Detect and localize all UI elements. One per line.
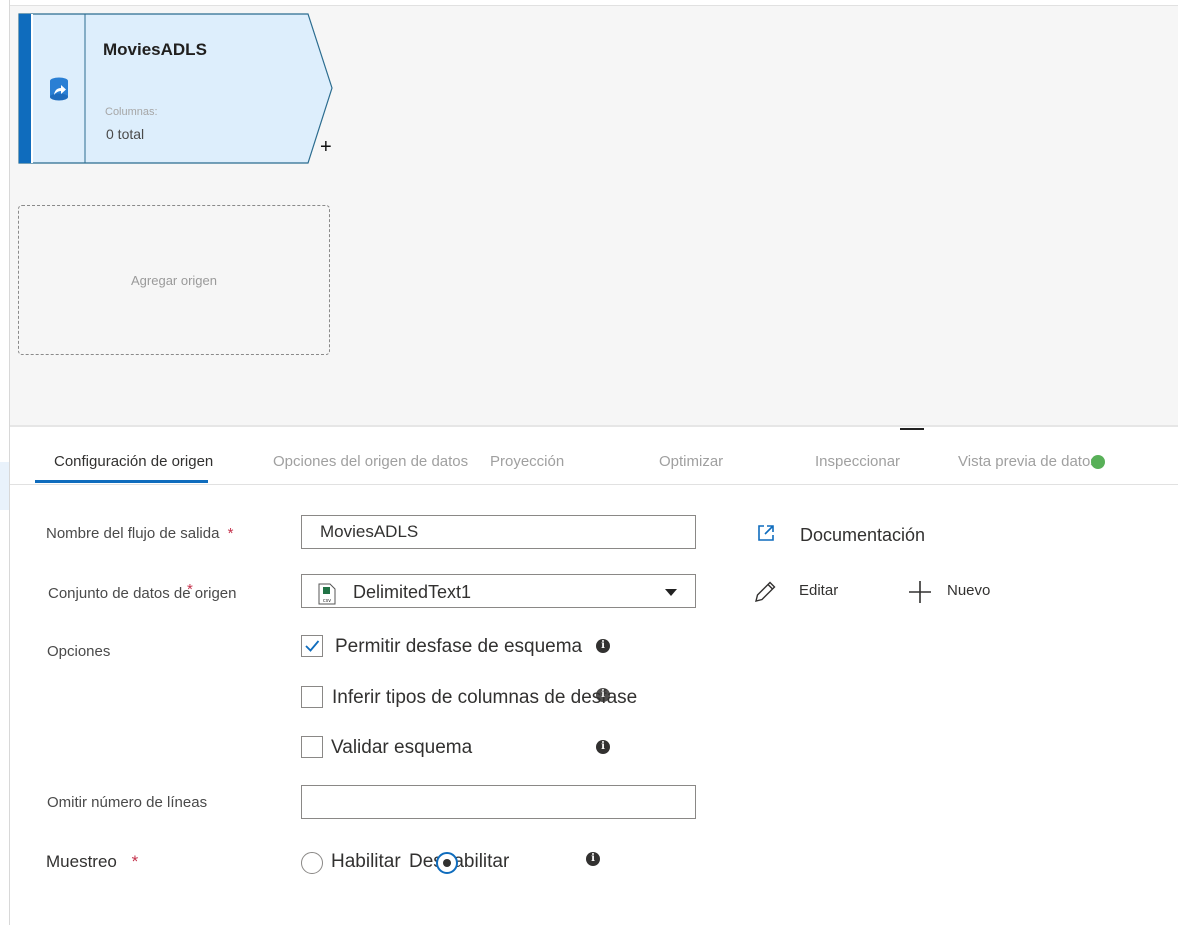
output-stream-label: Nombre del flujo de salida * bbox=[46, 525, 234, 542]
sampling-enable-radio[interactable] bbox=[301, 852, 323, 874]
tab-source-settings[interactable]: Configuración de origen bbox=[54, 453, 213, 470]
source-node-columns-value: 0 total bbox=[106, 126, 145, 142]
tab-data-preview[interactable]: Vista previa de datos bbox=[958, 453, 1098, 470]
checkmark-icon bbox=[305, 640, 320, 652]
info-icon[interactable]: i bbox=[586, 852, 600, 866]
allow-schema-drift-checkbox[interactable] bbox=[301, 635, 323, 657]
new-button[interactable]: Nuevo bbox=[947, 582, 990, 599]
sampling-disable-label: Deshabilitar bbox=[409, 851, 510, 872]
tab-inspect[interactable]: Inspeccionar bbox=[815, 453, 900, 470]
source-dataset-select[interactable]: csv DelimitedText1 bbox=[301, 574, 696, 608]
sampling-label: Muestreo * bbox=[46, 852, 139, 871]
required-mark: * bbox=[187, 581, 193, 598]
chevron-down-icon[interactable] bbox=[665, 589, 677, 596]
output-stream-field[interactable] bbox=[301, 515, 696, 549]
required-mark: * bbox=[227, 525, 234, 542]
source-dataset-label: Conjunto de datos de origen bbox=[48, 585, 237, 602]
add-source-label: Agregar origen bbox=[131, 272, 217, 288]
dataset-icon bbox=[48, 77, 70, 106]
info-icon[interactable]: i bbox=[596, 688, 610, 702]
sampling-enable-label: Habilitar bbox=[331, 851, 401, 872]
output-stream-input[interactable] bbox=[302, 516, 695, 548]
infer-drifted-types-checkbox[interactable] bbox=[301, 686, 323, 708]
options-label: Opciones bbox=[47, 643, 111, 660]
skip-lines-input[interactable] bbox=[302, 786, 695, 818]
splitter-handle[interactable] bbox=[900, 428, 924, 430]
tab-source-options[interactable]: Opciones del origen de datos bbox=[273, 453, 468, 470]
pencil-icon[interactable] bbox=[752, 579, 778, 610]
documentation-link[interactable]: Documentación bbox=[800, 525, 925, 546]
source-node-columns-label: Columnas: bbox=[105, 106, 158, 118]
info-icon[interactable]: i bbox=[596, 639, 610, 653]
infer-drifted-types-label: Inferir tipos de columnas de desfase bbox=[332, 687, 638, 708]
add-source-box[interactable]: Agregar origen bbox=[18, 205, 330, 355]
active-tab-indicator bbox=[35, 480, 208, 483]
tab-projection[interactable]: Proyección bbox=[490, 453, 564, 470]
radio-selected-dot bbox=[443, 859, 451, 867]
add-transformation-plus-icon[interactable]: + bbox=[320, 137, 332, 157]
data-preview-status-dot bbox=[1091, 455, 1105, 469]
source-dataset-value: DelimitedText1 bbox=[353, 582, 472, 602]
source-node-title: MoviesADLS bbox=[103, 40, 207, 59]
plus-icon[interactable] bbox=[908, 580, 932, 609]
skip-lines-label: Omitir número de líneas bbox=[47, 794, 208, 811]
skip-lines-field[interactable] bbox=[301, 785, 696, 819]
required-mark: * bbox=[131, 852, 139, 871]
allow-schema-drift-label: Permitir desfase de esquema bbox=[335, 636, 583, 657]
edit-button[interactable]: Editar bbox=[799, 582, 838, 599]
csv-file-icon: csv bbox=[318, 583, 336, 610]
validate-schema-label: Validar esquema bbox=[331, 737, 473, 758]
left-panel-marker bbox=[0, 462, 9, 510]
validate-schema-checkbox[interactable] bbox=[301, 736, 323, 758]
sampling-disable-radio[interactable] bbox=[436, 852, 458, 874]
panel-splitter[interactable] bbox=[10, 425, 1178, 427]
svg-text:csv: csv bbox=[323, 598, 331, 604]
tab-optimize[interactable]: Optimizar bbox=[659, 453, 723, 470]
external-link-icon[interactable] bbox=[757, 524, 775, 547]
info-icon[interactable]: i bbox=[596, 740, 610, 754]
